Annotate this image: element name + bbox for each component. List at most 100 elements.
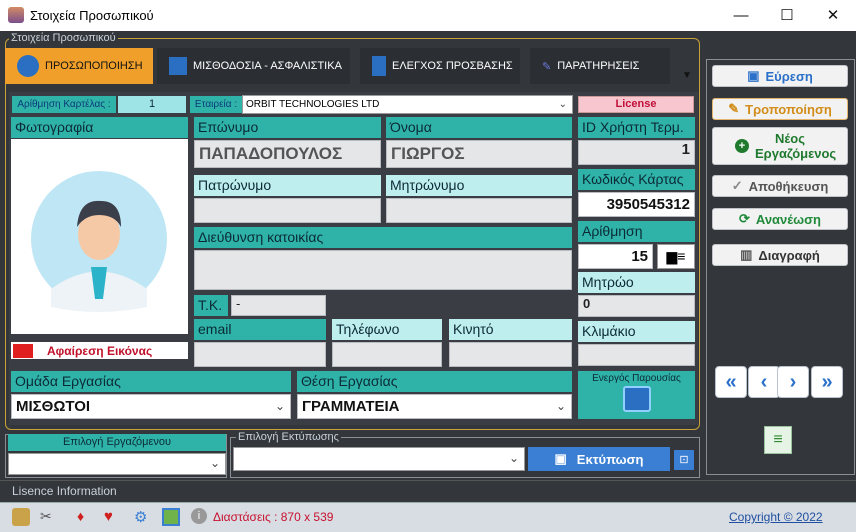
work-group-label: Ομάδα Εργασίας: [11, 371, 291, 392]
licence-info-label: Lisence Information: [12, 484, 117, 498]
photo-label: Φωτογραφία: [11, 117, 188, 138]
chart-icon: [169, 57, 187, 75]
position-select[interactable]: ΓΡΑΜΜΑΤΕΙΑ ⌄: [297, 394, 572, 419]
pencil-icon: ✎: [728, 101, 740, 116]
contact-card-icon[interactable]: ▆≡: [657, 244, 695, 269]
close-button[interactable]: ✕: [810, 0, 856, 31]
active-presence-label: Ενεργός Παρουσίας: [592, 373, 681, 384]
email-field[interactable]: [194, 342, 326, 367]
surname-field[interactable]: ΠΑΠΑΔΟΠΟΥΛΟΣ: [194, 140, 381, 168]
printer-icon: ▣: [554, 451, 567, 466]
tools-icon[interactable]: ✂: [40, 508, 58, 526]
employee-photo[interactable]: [11, 139, 188, 334]
plus-circle-icon: +: [735, 139, 749, 153]
phone-field[interactable]: [332, 342, 442, 367]
window-title: Στοιχεία Προσωπικού: [30, 8, 154, 23]
mobile-field[interactable]: [449, 342, 572, 367]
licence-strip: [0, 480, 856, 502]
refresh-button[interactable]: ⟳ Ανανέωση: [712, 208, 848, 230]
card-code-field[interactable]: 3950545312: [578, 192, 695, 217]
pin-icon[interactable]: ♦: [77, 508, 95, 526]
status-bar: [0, 502, 856, 532]
edit-button[interactable]: ✎ Τροποποίηση: [712, 98, 848, 120]
chevron-down-icon: ⌄: [209, 456, 220, 470]
email-label: email: [194, 319, 326, 340]
employee-select[interactable]: ⌄: [8, 453, 226, 475]
first-record-button[interactable]: «: [715, 366, 747, 398]
father-name-label: Πατρώνυμο: [194, 175, 381, 196]
work-group-select[interactable]: ΜΙΣΘΩΤΟΙ ⌄: [11, 394, 291, 419]
tab-notes[interactable]: ✎ ΠΑΡΑΤΗΡΗΣΕΙΣ: [530, 48, 670, 84]
new-employee-button[interactable]: + Νέος Εργαζόμενος: [712, 127, 848, 165]
gear-icon[interactable]: ⚙: [134, 508, 152, 526]
tab-access-control[interactable]: ΕΛΕΓΧΟΣ ΠΡΟΣΒΑΣΗΣ: [360, 48, 520, 84]
tab-personalization[interactable]: ΠΡΟΣΩΠΟΠΟΙΗΣΗ: [5, 48, 153, 84]
company-label: Εταιρεία :: [190, 96, 242, 113]
employee-select-label: Επιλογή Εργαζόμενου: [8, 434, 226, 451]
print-select-label: Επιλογή Εκτύπωσης: [236, 431, 341, 443]
people-icon: [17, 55, 39, 77]
avatar: [31, 171, 167, 312]
trash-icon: ▥: [740, 247, 753, 262]
remove-image-icon: [13, 343, 33, 358]
user-id-field[interactable]: 1: [578, 140, 695, 165]
numbering-label: Αρίθμηση: [578, 221, 695, 242]
chevron-down-icon: ⌄: [274, 399, 285, 413]
position-label: Θέση Εργασίας: [297, 371, 572, 392]
app-people-icon: [8, 7, 24, 23]
save-button[interactable]: ✓ Αποθήκευση: [712, 175, 848, 197]
check-circle-icon: ✓: [731, 178, 743, 193]
name-label: Όνομα: [386, 117, 572, 138]
search-button[interactable]: ▣ Εύρεση: [712, 65, 848, 87]
scale-label: Κλιμάκιο: [578, 321, 695, 342]
heart-icon[interactable]: ♥: [104, 508, 122, 526]
license-badge: License: [578, 96, 694, 113]
registry-field[interactable]: 0: [578, 295, 695, 317]
chevron-down-icon: ⌄: [508, 451, 519, 465]
search-icon: ▣: [747, 68, 760, 83]
numbering-field[interactable]: 15: [578, 244, 653, 269]
tab-payroll[interactable]: ΜΙΣΘΟΔΟΣΙΑ - ΑΣΦΑΛΙΣΤΙΚΑ: [157, 48, 350, 84]
father-name-field[interactable]: [194, 198, 381, 223]
company-select[interactable]: ORBIT TECHNOLOGIES LTD ⌄: [242, 95, 573, 114]
scale-field[interactable]: [578, 344, 695, 366]
address-label: Διεύθυνση κατοικίας: [194, 227, 572, 248]
menu-icon[interactable]: ≡: [764, 426, 792, 454]
name-field[interactable]: ΓΙΩΡΓΟΣ: [386, 140, 572, 168]
card-number-value: 1: [118, 96, 186, 113]
address-field[interactable]: [194, 250, 572, 290]
building-icon: [372, 56, 386, 76]
remove-image-button[interactable]: Αφαίρεση Εικόνας: [11, 342, 188, 359]
copyright-link[interactable]: Copyright © 2022: [729, 510, 823, 524]
minimize-button[interactable]: —: [718, 0, 764, 31]
print-select[interactable]: ⌄: [233, 447, 525, 471]
lock-icon[interactable]: [12, 508, 30, 526]
mobile-label: Κινητό: [449, 319, 572, 340]
book-icon[interactable]: [162, 508, 180, 526]
next-record-button[interactable]: ›: [777, 366, 809, 398]
title-bar: Στοιχεία Προσωπικού — ☐ ✕: [0, 0, 856, 31]
registry-label: Μητρώο: [578, 272, 695, 293]
mother-name-field[interactable]: [386, 198, 572, 223]
maximize-button[interactable]: ☐: [764, 0, 810, 31]
print-preview-icon[interactable]: ⊡: [674, 450, 694, 470]
chevron-down-icon: ⌄: [555, 399, 566, 413]
refresh-icon: ⟳: [739, 211, 750, 226]
group-title: Στοιχεία Προσωπικού: [9, 32, 118, 44]
card-code-label: Κωδικός Κάρτας: [578, 169, 695, 190]
tab-dropdown-arrow[interactable]: ▼: [682, 70, 692, 81]
prev-record-button[interactable]: ‹: [748, 366, 780, 398]
chevron-down-icon: ⌄: [558, 99, 567, 110]
delete-button[interactable]: ▥ Διαγραφή: [712, 244, 848, 266]
info-icon[interactable]: i: [191, 508, 207, 524]
note-icon: ✎: [542, 60, 552, 73]
last-record-button[interactable]: »: [811, 366, 843, 398]
surname-label: Επώνυμο: [194, 117, 381, 138]
postal-code-field[interactable]: -: [231, 295, 326, 316]
people-icon[interactable]: [622, 386, 651, 412]
side-panel: [706, 59, 855, 475]
postal-code-label: Τ.Κ.: [194, 295, 228, 316]
card-number-label: Αρίθμηση Καρτέλας :: [12, 96, 116, 113]
print-button[interactable]: ▣ Εκτύπωση: [528, 447, 670, 471]
phone-label: Τηλέφωνο: [332, 319, 442, 340]
